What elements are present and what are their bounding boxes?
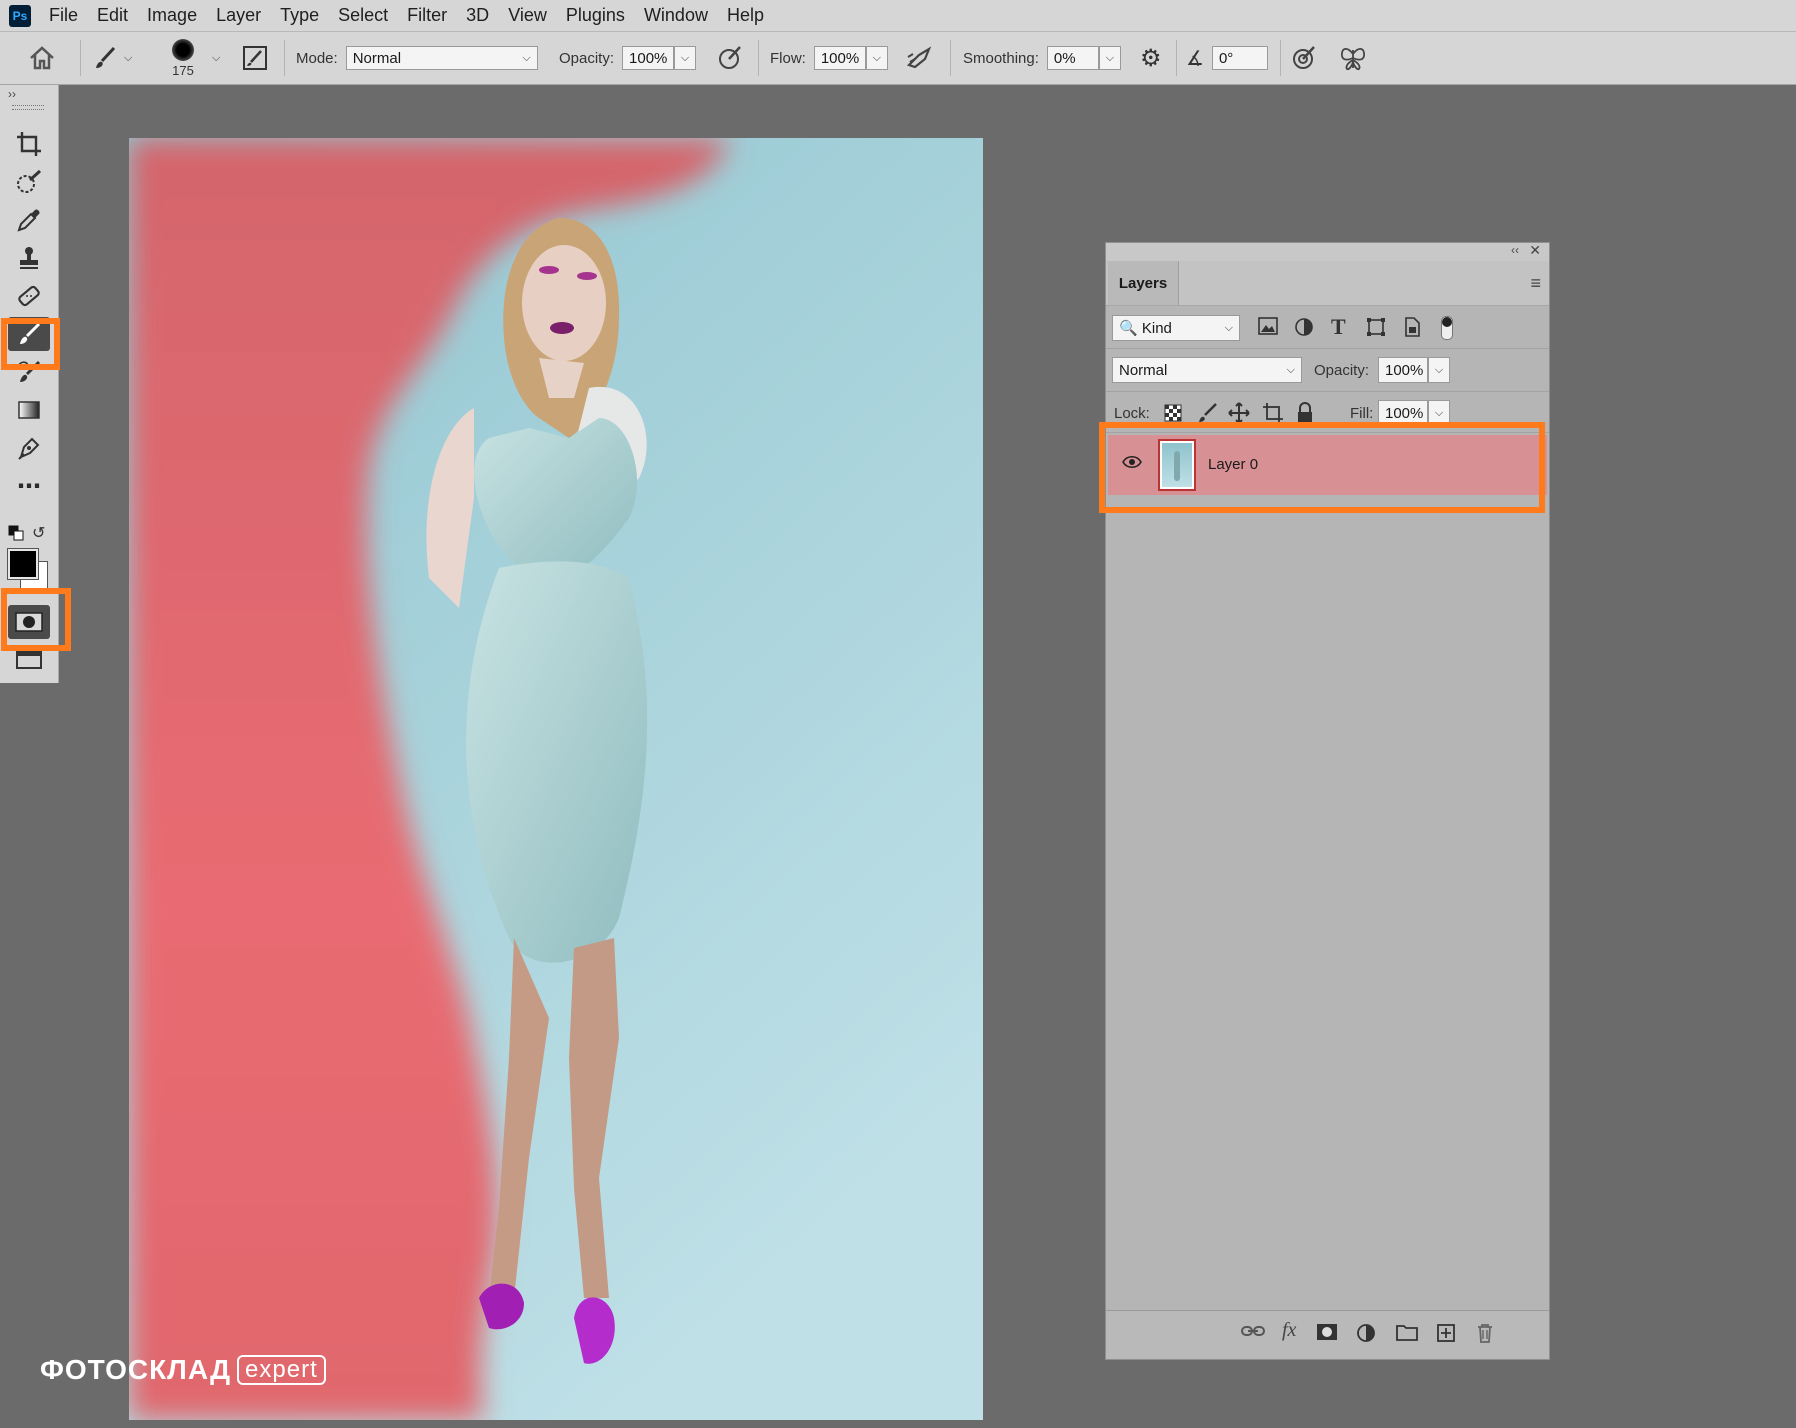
- symmetry-butterfly-icon[interactable]: [1338, 32, 1368, 84]
- brush-tool-highlight: [1, 318, 60, 370]
- opacity-label: Opacity:: [559, 49, 615, 67]
- add-layer-mask-icon[interactable]: [1316, 1323, 1338, 1346]
- pressure-opacity-icon[interactable]: [716, 32, 744, 84]
- layer-opacity-input[interactable]: 100%: [1378, 357, 1428, 383]
- chevron-down-icon: ⌵: [522, 51, 531, 64]
- delete-layer-trash-icon[interactable]: [1476, 1323, 1494, 1348]
- layer-row-highlight: [1099, 422, 1545, 513]
- home-icon[interactable]: [28, 32, 56, 84]
- menu-window[interactable]: Window: [644, 5, 708, 26]
- menu-file[interactable]: File: [49, 5, 78, 26]
- brush-preset-icon[interactable]: ⌵: [92, 32, 132, 84]
- layers-panel-footer: fx: [1106, 1310, 1549, 1359]
- menu-view[interactable]: View: [508, 5, 547, 26]
- chevron-down-icon[interactable]: ⌵: [212, 52, 220, 65]
- filter-pixel-layers-icon[interactable]: [1258, 317, 1278, 340]
- smoothing-input[interactable]: 0%: [1046, 46, 1099, 70]
- document-canvas[interactable]: [129, 138, 983, 1420]
- watermark-brand: ФОТОСКЛАД: [40, 1354, 232, 1385]
- crop-tool-icon[interactable]: [8, 127, 50, 161]
- new-group-folder-icon[interactable]: [1396, 1323, 1418, 1346]
- filter-shape-layers-icon[interactable]: [1366, 317, 1386, 342]
- lock-label: Lock:: [1114, 405, 1150, 422]
- smoothing-options-gear-icon[interactable]: ⚙: [1140, 32, 1162, 84]
- mode-value: Normal: [352, 49, 402, 67]
- menu-type[interactable]: Type: [280, 5, 319, 26]
- swap-colors-icon[interactable]: ↺: [32, 523, 45, 543]
- airbrush-icon[interactable]: [905, 32, 935, 84]
- adjustment-layer-icon[interactable]: [1356, 1323, 1376, 1348]
- healing-brush-tool-icon[interactable]: [8, 279, 50, 313]
- mode-dropdown[interactable]: Normal ⌵: [345, 46, 538, 70]
- canvas-image: [129, 138, 983, 1420]
- angle-icon: ∡: [1186, 47, 1204, 70]
- smoothing-slider-toggle[interactable]: ⌵: [1098, 46, 1121, 70]
- menu-plugins[interactable]: Plugins: [566, 5, 625, 26]
- flow-input[interactable]: 100%: [813, 46, 866, 70]
- gradient-tool-icon[interactable]: [8, 393, 50, 427]
- options-bar: ⌵ 175 ⌵ Mode: Normal ⌵ Opacity: 100% ⌵ Fl…: [0, 32, 1796, 85]
- brush-size-value: 175: [172, 62, 194, 78]
- blend-mode-dropdown[interactable]: Normal ⌵: [1112, 357, 1302, 383]
- filter-kind-dropdown[interactable]: 🔍 Kind ⌵: [1112, 315, 1240, 341]
- filter-kind-value: Kind: [1141, 320, 1172, 337]
- panel-menu-icon[interactable]: ≡: [1530, 273, 1541, 294]
- foreground-color-swatch[interactable]: [7, 548, 39, 580]
- tab-layers[interactable]: Layers: [1108, 261, 1179, 305]
- chevron-down-icon: ⌵: [1286, 363, 1295, 376]
- filter-smart-objects-icon[interactable]: [1403, 317, 1421, 342]
- menu-image[interactable]: Image: [147, 5, 197, 26]
- panel-header[interactable]: ‹‹ ✕: [1106, 242, 1549, 261]
- opacity-slider-toggle[interactable]: ⌵: [674, 46, 697, 70]
- watermark: ФОТОСКЛАД expert: [40, 1354, 326, 1386]
- eyedropper-tool-icon[interactable]: [8, 203, 50, 237]
- filter-type-layers-icon[interactable]: T: [1331, 314, 1346, 340]
- menu-help[interactable]: Help: [727, 5, 764, 26]
- close-panel-icon[interactable]: ✕: [1529, 242, 1541, 259]
- flow-label: Flow:: [770, 49, 806, 67]
- blend-mode-value: Normal: [1119, 361, 1168, 379]
- menu-3d[interactable]: 3D: [466, 5, 489, 26]
- new-layer-icon[interactable]: [1436, 1323, 1456, 1348]
- mode-label: Mode:: [296, 49, 338, 67]
- collapse-panel-icon[interactable]: ‹‹: [1511, 243, 1519, 257]
- collapse-toolbar-icon[interactable]: ››: [8, 87, 16, 101]
- pressure-size-icon[interactable]: [1290, 32, 1318, 84]
- quick-selection-tool-icon[interactable]: [8, 165, 50, 199]
- flow-slider-toggle[interactable]: ⌵: [865, 46, 888, 70]
- photoshop-logo-icon[interactable]: Ps: [9, 4, 31, 27]
- quick-mask-highlight: [1, 588, 71, 651]
- default-colors-icon[interactable]: [8, 525, 24, 545]
- menu-layer[interactable]: Layer: [216, 5, 261, 26]
- brush-tip-icon: [172, 38, 194, 61]
- more-tools-icon[interactable]: ⋯: [8, 469, 50, 503]
- clone-stamp-tool-icon[interactable]: [8, 241, 50, 275]
- smoothing-label: Smoothing:: [963, 49, 1039, 67]
- fill-label: Fill:: [1350, 405, 1374, 422]
- menu-select[interactable]: Select: [338, 5, 388, 26]
- brush-angle-input[interactable]: 0°: [1211, 46, 1268, 70]
- menu-edit[interactable]: Edit: [97, 5, 128, 26]
- menu-bar: Ps File Edit Image Layer Type Select Fil…: [0, 0, 1796, 32]
- chevron-down-icon: ⌵: [1224, 321, 1233, 334]
- pen-tool-icon[interactable]: [8, 431, 50, 465]
- brush-size-picker[interactable]: 175: [172, 32, 194, 84]
- watermark-tag: expert: [237, 1355, 326, 1385]
- brush-settings-panel-icon[interactable]: [242, 32, 268, 84]
- opacity-input[interactable]: 100%: [622, 46, 675, 70]
- link-layers-icon[interactable]: [1241, 1323, 1265, 1344]
- toolbar-grip[interactable]: [12, 105, 44, 110]
- search-icon: 🔍: [1119, 320, 1138, 337]
- filter-toggle-switch[interactable]: [1441, 316, 1453, 340]
- menu-filter[interactable]: Filter: [407, 5, 447, 26]
- layers-panel: ‹‹ ✕ Layers ≡ 🔍 Kind ⌵ T Normal ⌵ Opacit…: [1105, 242, 1550, 1360]
- filter-adjustment-layers-icon[interactable]: [1294, 317, 1314, 342]
- layer-opacity-slider-toggle[interactable]: ⌵: [1428, 357, 1450, 383]
- layer-style-fx-icon[interactable]: fx: [1282, 1319, 1296, 1342]
- layer-opacity-label: Opacity:: [1314, 362, 1370, 379]
